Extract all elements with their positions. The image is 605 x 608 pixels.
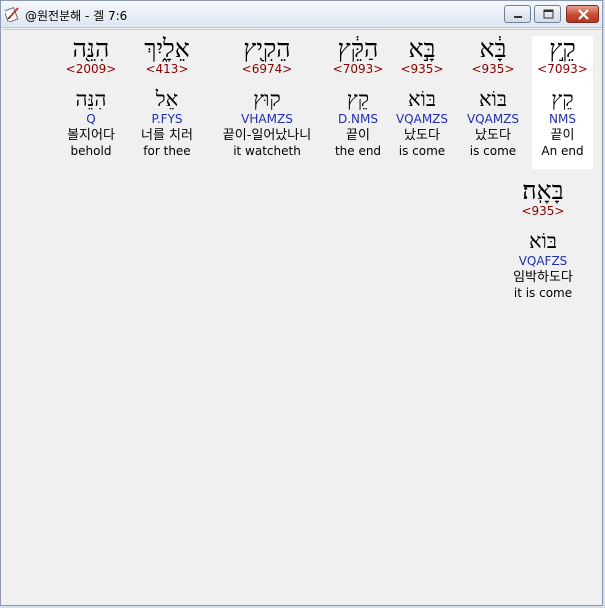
strong-number[interactable]: <935> bbox=[460, 62, 526, 76]
maximize-button[interactable] bbox=[534, 5, 561, 23]
hebrew-root: הִנֵּה bbox=[75, 87, 107, 111]
hebrew-word: אֵלָ֑יִךְ bbox=[144, 34, 190, 63]
english-gloss: An end bbox=[541, 144, 584, 158]
korean-gloss: 났도다 bbox=[404, 128, 440, 143]
strong-number[interactable]: <6974> bbox=[210, 62, 324, 76]
hebrew-root: בּוֹא bbox=[478, 87, 508, 111]
hebrew-word: הֵקִ֖יץ bbox=[243, 34, 291, 63]
window-title: @원전분해 - 겔 7:6 bbox=[25, 9, 128, 23]
korean-gloss: 끝이 bbox=[346, 128, 370, 143]
hebrew-word: הִנֵּ֖ה bbox=[72, 34, 110, 63]
hebrew-word: בָּאָֽה׃ bbox=[522, 176, 564, 205]
close-icon bbox=[578, 9, 589, 20]
word-block[interactable]: הִנֵּ֖ה <2009> הִנֵּה Q 볼지어다 behold bbox=[58, 36, 124, 159]
close-button[interactable] bbox=[566, 5, 599, 23]
morphology-code: NMS bbox=[549, 112, 576, 126]
minimize-button[interactable] bbox=[504, 5, 531, 23]
hebrew-root: קוּץ bbox=[253, 87, 281, 111]
morphology-code: VQAMZS bbox=[395, 112, 449, 126]
hebrew-word: קֵ֣ץ bbox=[549, 34, 576, 63]
korean-gloss: 임박하도다 bbox=[513, 270, 573, 285]
korean-gloss: 너를 치러 bbox=[141, 128, 193, 143]
title-bar[interactable]: @원전분해 - 겔 7:6 bbox=[1, 1, 602, 28]
strong-number[interactable]: <2009> bbox=[58, 62, 124, 76]
hebrew-root: אֵל bbox=[155, 87, 179, 111]
korean-gloss: 끝이 bbox=[550, 128, 575, 143]
hebrew-root: קֵץ bbox=[346, 87, 370, 111]
word-block[interactable]: בָּ֣א <935> בּוֹא VQAMZS 났도다 is come bbox=[389, 36, 455, 159]
word-block[interactable]: אֵלָ֑יִךְ <413> אֵל P.FYS 너를 치러 for thee bbox=[132, 36, 202, 159]
english-gloss: behold bbox=[70, 144, 112, 158]
english-gloss: it is come bbox=[513, 286, 573, 300]
hebrew-root: קֵץ bbox=[551, 87, 574, 111]
strong-number[interactable]: <413> bbox=[132, 62, 202, 76]
app-window: @원전분해 - 겔 7:6 קֵ֣ץ <7093> קֵץ NMS 끝이 An … bbox=[0, 0, 603, 606]
hebrew-root: בּוֹא bbox=[528, 229, 558, 253]
hebrew-word: בָּ֔א bbox=[479, 34, 507, 63]
word-block[interactable]: קֵ֣ץ <7093> קֵץ NMS 끝이 An end bbox=[532, 36, 593, 169]
hebrew-root: בּוֹא bbox=[407, 87, 437, 111]
morphology-code: VQAFZS bbox=[518, 254, 568, 268]
word-block[interactable]: הַקֵּ֔ץ <7093> קֵץ D.NMS 끝이 the end bbox=[330, 36, 386, 159]
word-block[interactable]: בָּ֔א <935> בּוֹא VQAMZS 났도다 is come bbox=[460, 36, 526, 159]
korean-gloss: 났도다 bbox=[475, 128, 511, 143]
morphology-code: P.FYS bbox=[151, 112, 183, 126]
strong-number[interactable]: <7093> bbox=[330, 62, 386, 76]
korean-gloss: 볼지어다 bbox=[67, 128, 115, 143]
korean-gloss: 끝이-일어났나니 bbox=[222, 128, 312, 143]
english-gloss: the end bbox=[334, 144, 382, 158]
maximize-icon bbox=[543, 9, 554, 19]
strong-number[interactable]: <935> bbox=[500, 204, 586, 218]
strong-number[interactable]: <935> bbox=[389, 62, 455, 76]
minimize-icon bbox=[514, 16, 522, 18]
interlinear-panel: קֵ֣ץ <7093> קֵץ NMS 끝이 An end בָּ֔א <935… bbox=[4, 29, 601, 605]
hebrew-word: הַקֵּ֔ץ bbox=[337, 34, 379, 63]
english-gloss: is come bbox=[398, 144, 446, 158]
strong-number[interactable]: <7093> bbox=[532, 62, 593, 76]
hebrew-word: בָּ֣א bbox=[408, 34, 436, 63]
morphology-code: Q bbox=[86, 112, 96, 126]
morphology-code: D.NMS bbox=[337, 112, 378, 126]
morphology-code: VHAMZS bbox=[241, 112, 293, 126]
english-gloss: it watcheth bbox=[233, 144, 301, 158]
word-block[interactable]: הֵקִ֖יץ <6974> קוּץ VHAMZS 끝이-일어났나니 it w… bbox=[210, 36, 324, 159]
bible-app-icon[interactable] bbox=[3, 6, 21, 23]
morphology-code: VQAMZS bbox=[466, 112, 520, 126]
english-gloss: is come bbox=[469, 144, 517, 158]
english-gloss: for thee bbox=[143, 144, 191, 158]
word-block[interactable]: בָּאָֽה׃ <935> בּוֹא VQAFZS 임박하도다 it is … bbox=[500, 178, 586, 301]
